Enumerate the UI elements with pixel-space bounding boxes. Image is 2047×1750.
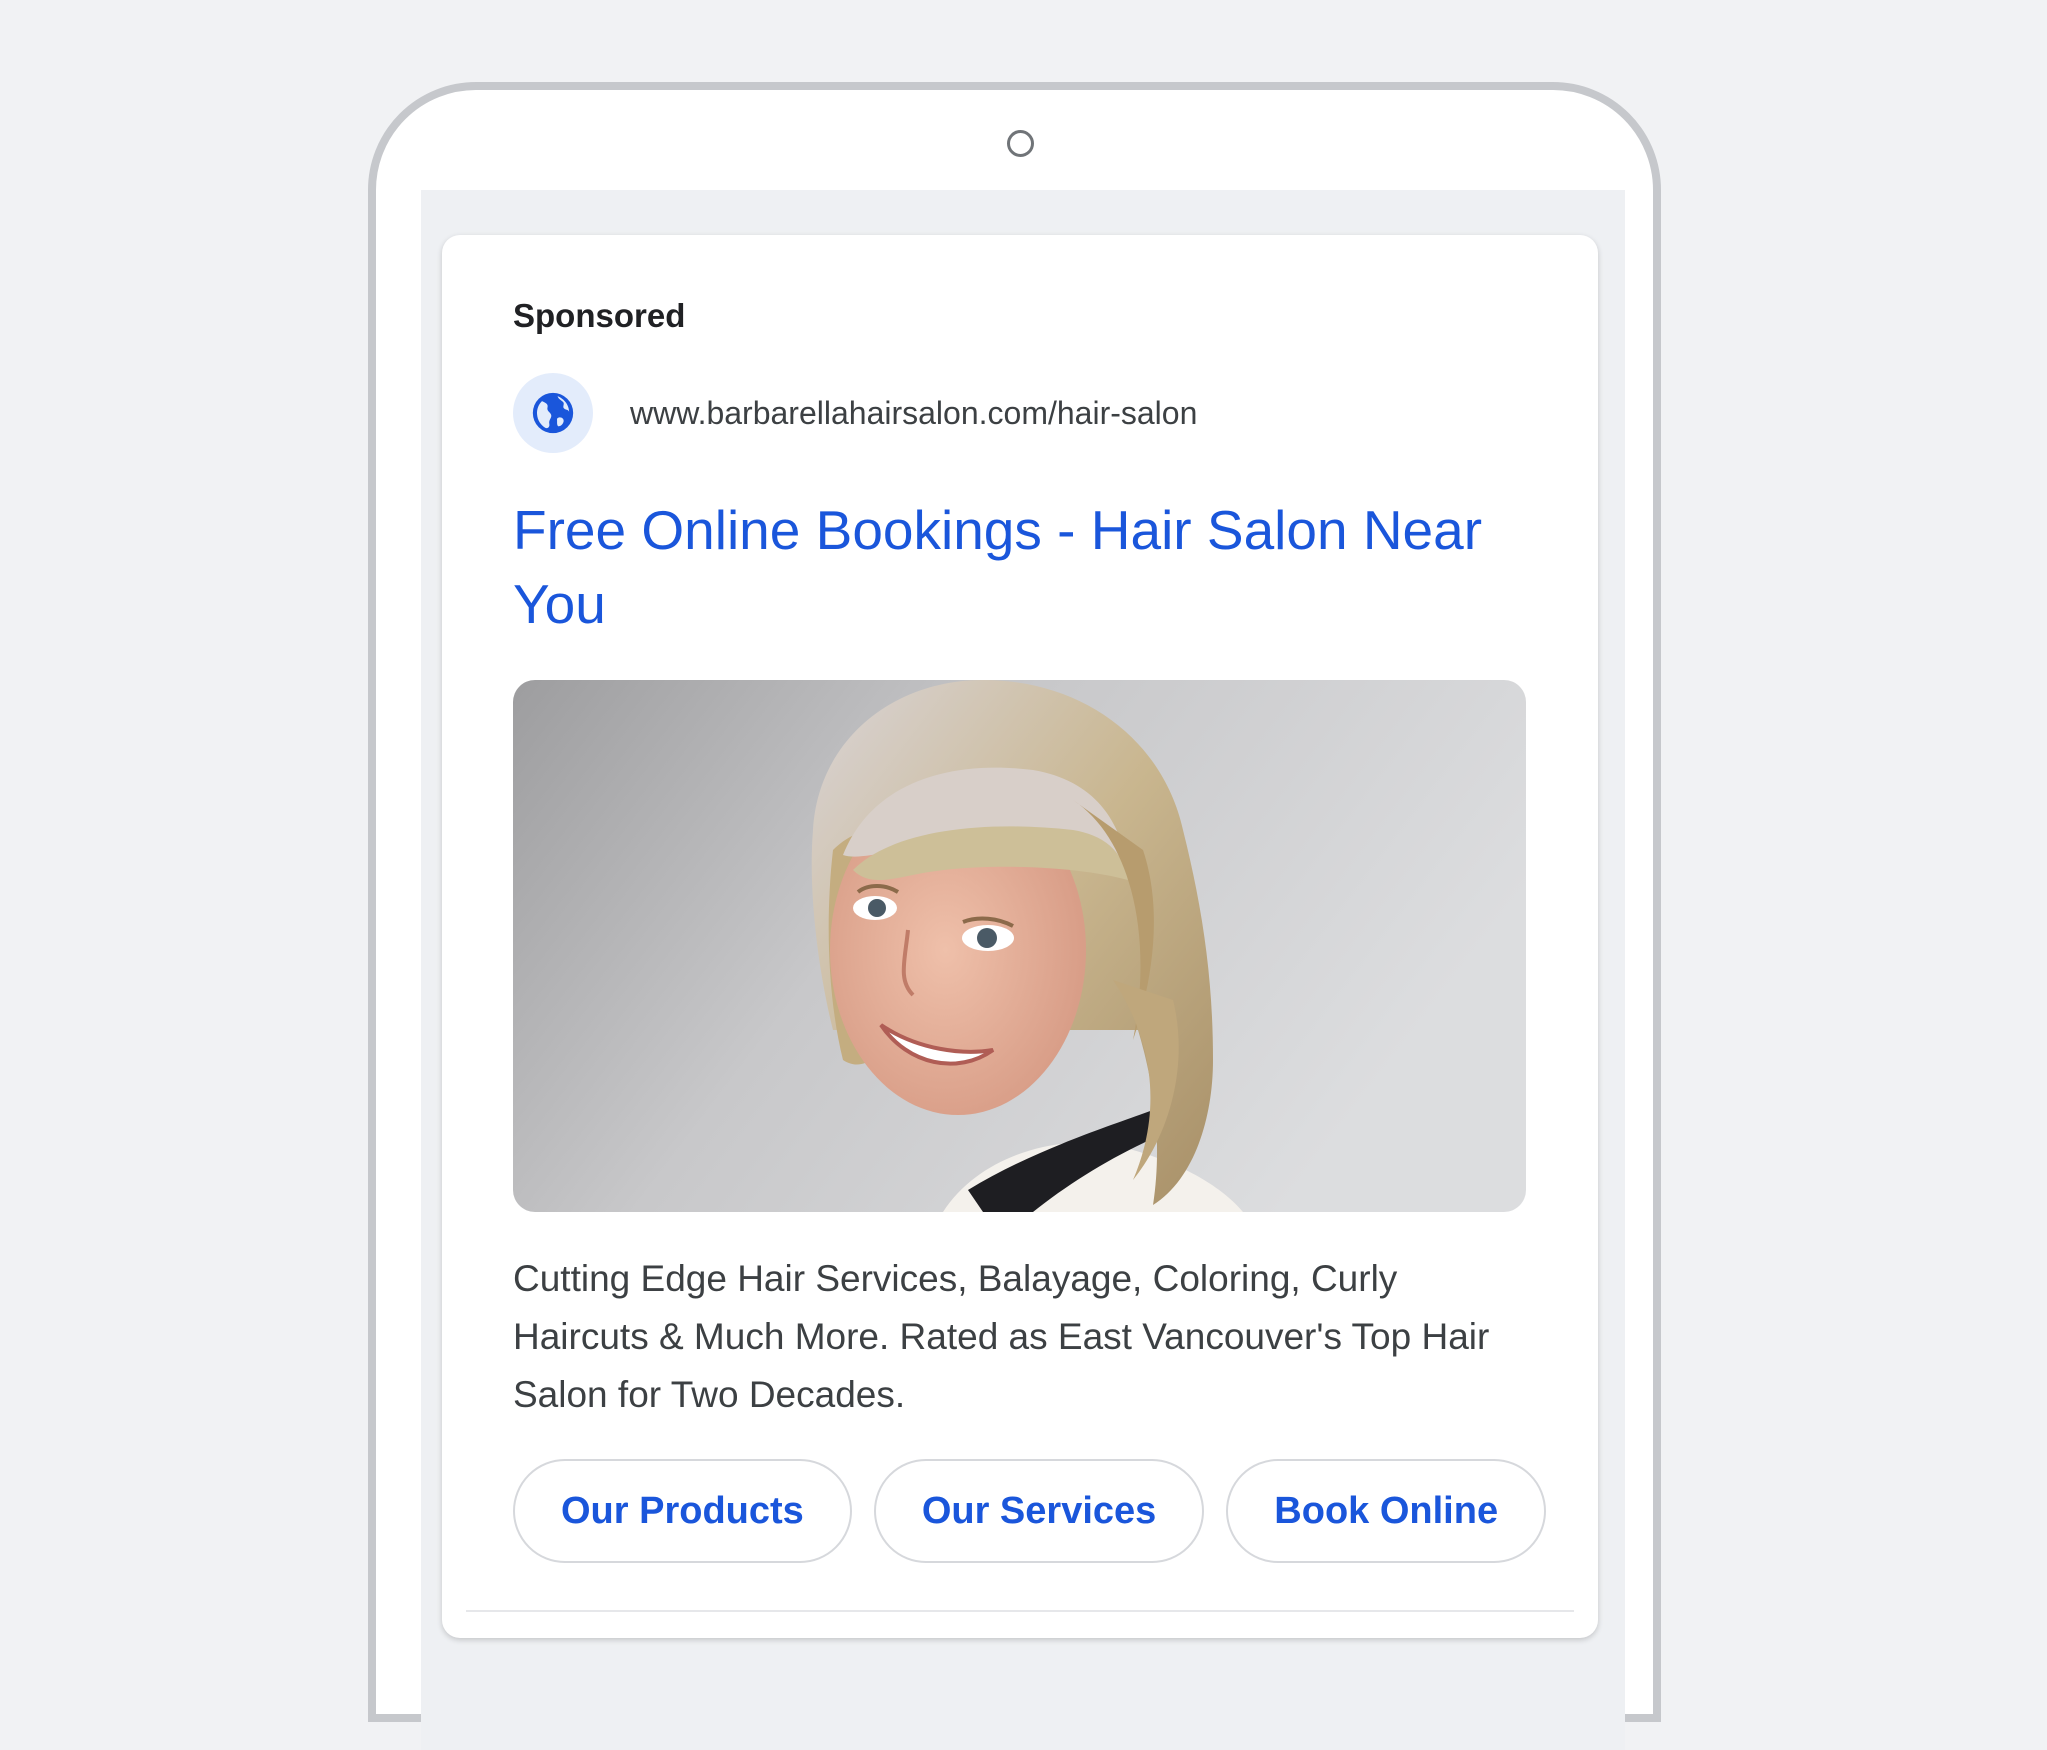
sitelink-book-online[interactable]: Book Online xyxy=(1226,1459,1547,1563)
ad-image[interactable] xyxy=(513,680,1526,1212)
ad-headline-link[interactable]: Free Online Bookings - Hair Salon Near Y… xyxy=(513,493,1493,641)
sponsored-label: Sponsored xyxy=(513,297,686,334)
device-frame: Sponsored www.barbarellahairsalon.com/ha… xyxy=(368,82,1661,1750)
sitelinks: Our Products Our Services Book Online xyxy=(513,1459,1547,1563)
globe-icon xyxy=(513,373,593,453)
ad-card: Sponsored www.barbarellahairsalon.com/ha… xyxy=(442,235,1598,1638)
device-screen: Sponsored www.barbarellahairsalon.com/ha… xyxy=(421,190,1625,1750)
ad-display-url: www.barbarellahairsalon.com/hair-salon xyxy=(630,394,1198,431)
ad-url-row[interactable]: www.barbarellahairsalon.com/hair-salon xyxy=(513,373,1197,453)
divider xyxy=(466,1610,1574,1612)
sitelink-our-products[interactable]: Our Products xyxy=(513,1459,852,1563)
camera-icon xyxy=(1007,130,1034,157)
ad-description: Cutting Edge Hair Services, Balayage, Co… xyxy=(513,1258,1490,1415)
sitelink-our-services[interactable]: Our Services xyxy=(873,1459,1205,1563)
